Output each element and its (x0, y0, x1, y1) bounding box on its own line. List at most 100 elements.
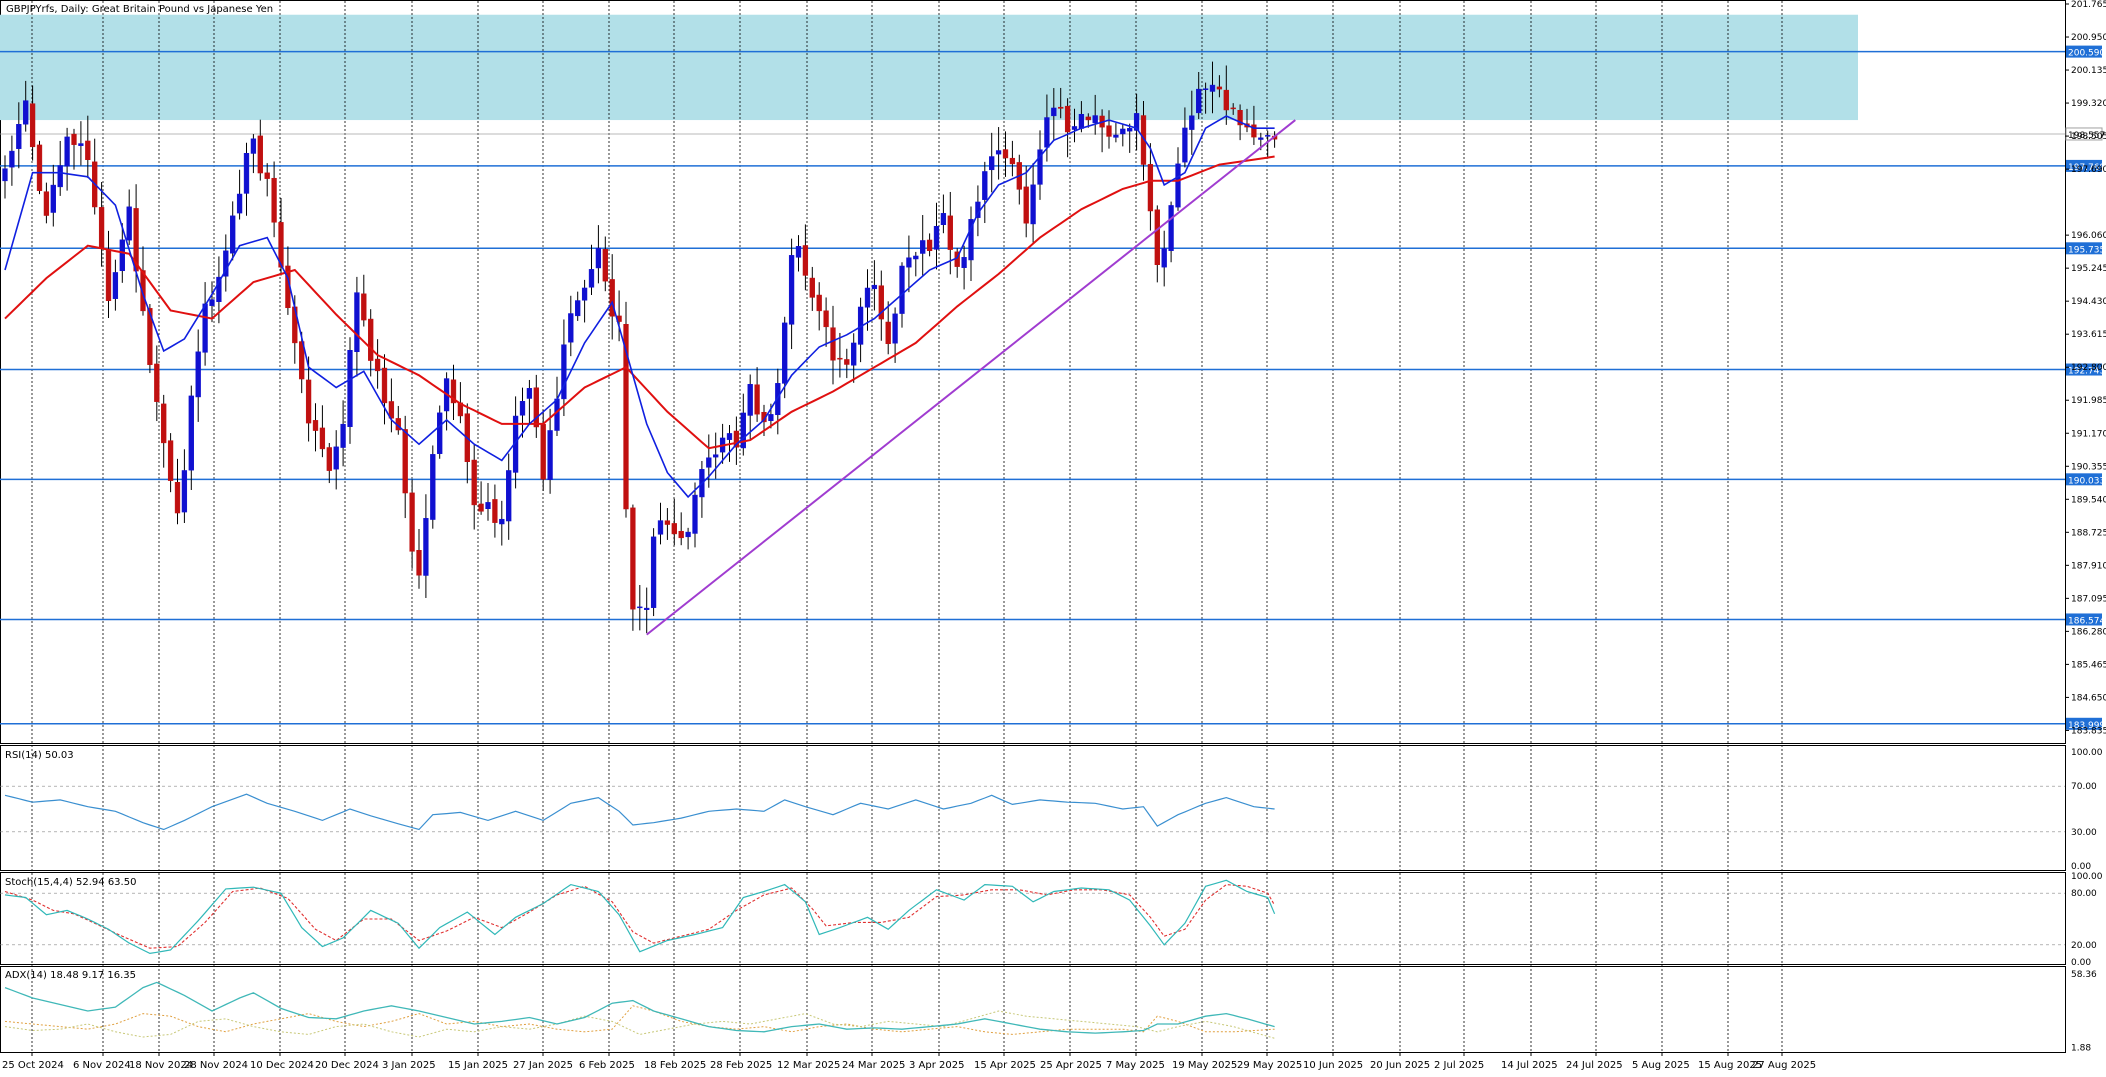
time-tick-label: 10 Jun 2025 (1303, 1060, 1363, 1071)
candle-bear (381, 367, 388, 404)
candle-bull (112, 272, 119, 299)
price-tick-label: 190.355 (2071, 462, 2106, 472)
level-price-label: 190.033 (2068, 476, 2105, 486)
candle-bull (499, 518, 505, 525)
candle-bear (29, 103, 36, 148)
candle-bull (437, 412, 443, 454)
time-tick-label: 15 Jan 2025 (448, 1060, 508, 1071)
candle-bear (319, 427, 326, 450)
stoch-panel-border (0, 872, 2066, 965)
candle-bear (264, 172, 270, 179)
candle-bear (305, 379, 312, 424)
time-tick-label: 12 Mar 2025 (777, 1060, 840, 1071)
stoch-tick-label: 80.00 (2071, 889, 2097, 899)
adx-tick-label: 58.36 (2071, 970, 2097, 980)
candle-bull (181, 470, 188, 513)
rsi-panel-border (0, 745, 2066, 871)
candle-bull (1168, 205, 1174, 251)
time-tick-label: 27 Aug 2025 (1752, 1060, 1816, 1071)
candle-bear (174, 481, 181, 514)
time-tick-label: 29 May 2025 (1237, 1060, 1302, 1071)
adx-label: ADX(14) 18.48 9.17 16.35 (5, 970, 136, 981)
candle-bear (540, 423, 546, 480)
price-tick-label: 200.135 (2071, 66, 2106, 76)
candle-bear (361, 293, 367, 321)
candle-bull (637, 606, 643, 609)
candle-bear (1106, 125, 1112, 137)
time-tick-label: 19 May 2025 (1172, 1060, 1237, 1071)
candle-bull (230, 215, 236, 254)
candle-bull (650, 536, 657, 608)
candle-bull (333, 446, 339, 470)
candle-bull (995, 150, 1002, 155)
candle-bear (167, 440, 174, 481)
candle-bull (575, 300, 581, 317)
price-tick-label: 199.320 (2071, 99, 2106, 109)
candle-bull (899, 265, 905, 314)
candle-bull (1175, 163, 1181, 208)
time-tick-label: 28 Nov 2024 (184, 1060, 248, 1071)
candle-bull (209, 299, 215, 306)
candle-bull (982, 171, 988, 200)
stoch-label: Stoch(15,4,4) 52.94 63.50 (5, 877, 136, 888)
candle-bull (768, 414, 774, 421)
candle-bull (692, 494, 698, 534)
candle-bull (568, 313, 574, 343)
time-tick-label: 6 Nov 2024 (73, 1060, 131, 1071)
candle-bear (671, 523, 677, 535)
candle-bull (933, 226, 940, 250)
time-tick-label: 7 May 2025 (1106, 1060, 1165, 1071)
adx-tick-label: 1.88 (2071, 1044, 2091, 1054)
candle-bull (864, 287, 871, 308)
candle-bull (871, 284, 878, 290)
candle-bull (526, 388, 533, 399)
price-tick-label: 198.505 (2071, 132, 2106, 142)
candle-bear (36, 144, 43, 191)
time-tick-label: 18 Feb 2025 (644, 1060, 706, 1071)
candle-bull (1071, 126, 1078, 130)
candle-bear (830, 327, 836, 361)
candle-bear (947, 215, 953, 250)
candle-bear (257, 135, 263, 174)
candle-bear (754, 384, 760, 415)
stoch-signal-line (4, 884, 1276, 949)
candle-bear (837, 357, 843, 360)
price-tick-label: 200.950 (2071, 33, 2106, 43)
candle-bull (1189, 115, 1195, 130)
candle-bull (1127, 128, 1133, 132)
candle-bull (119, 239, 125, 272)
time-tick-label: 6 Feb 2025 (579, 1060, 635, 1071)
candle-bear (885, 321, 891, 345)
candle-bull (485, 502, 491, 509)
price-tick-label: 196.060 (2071, 231, 2106, 241)
candle-bear (630, 507, 636, 610)
candle-bull (340, 423, 346, 448)
candle-bull (64, 136, 70, 167)
candle-bear (1058, 106, 1064, 109)
candle-bull (1078, 114, 1085, 129)
price-tick-label: 188.725 (2071, 528, 2106, 538)
candle-bull (1202, 88, 1209, 90)
candle-bull (78, 143, 84, 146)
time-axis-layer: 25 Oct 2024 6 Nov 202418 Nov 202428 Nov 2… (2, 1052, 1816, 1071)
chart-window[interactable]: 200.590 197.769 195.735 192.743 190.033 186.5… (0, 0, 2106, 1073)
price-tick-label: 187.095 (2071, 594, 2106, 604)
adx-panel-border (0, 966, 2066, 1053)
candle-bull (1030, 184, 1036, 225)
price-tick-label: 194.430 (2071, 297, 2106, 307)
chart-title: GBPJPYrfs, Daily: Great Britain Pound vs… (6, 4, 273, 15)
trendline-layer (646, 119, 1296, 636)
chart-canvas[interactable]: 200.590197.769195.735192.743190.033186.5… (0, 0, 2106, 1073)
candle-bull (347, 350, 353, 427)
candle-bull (913, 255, 919, 260)
candle-bull (423, 518, 429, 576)
candle-bear (1223, 89, 1229, 111)
moving-average-slow (4, 155, 1275, 450)
level-price-label: 195.735 (2068, 245, 2105, 255)
rsi-tick-label: 30.00 (2071, 828, 2097, 838)
time-tick-label: 27 Jan 2025 (513, 1060, 573, 1071)
candle-bear (1064, 105, 1071, 133)
candle-bull (588, 269, 595, 288)
candle-bear (844, 359, 850, 365)
candle-bull (892, 313, 898, 344)
